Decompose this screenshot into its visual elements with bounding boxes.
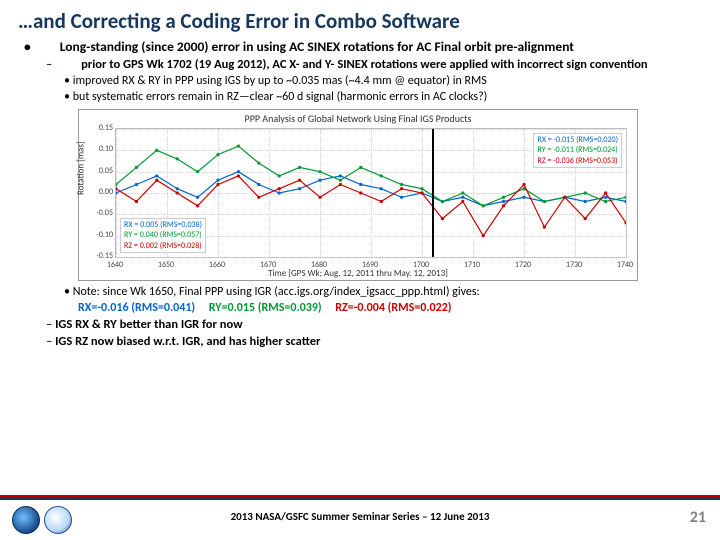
slide-title: …and Correcting a Coding Error in Combo … bbox=[18, 8, 702, 34]
bullet-subsub-1: improved RX & RY in PPP using IGS by up … bbox=[64, 74, 702, 89]
bullet-sub-3: IGS RZ now biased w.r.t. IGR, and has hi… bbox=[46, 334, 702, 349]
page-number: 21 bbox=[690, 508, 706, 527]
footer-text: 2013 NASA/GSFC Summer Seminar Series – 1… bbox=[0, 510, 720, 523]
bullet-sub-2: IGS RX & RY better than IGR for now bbox=[46, 317, 702, 332]
bullet-sub-1: prior to GPS Wk 1702 (19 Aug 2012), AC X… bbox=[46, 57, 702, 72]
chart-title: PPP Analysis of Global Network Using Fin… bbox=[79, 110, 637, 127]
footer: 2013 NASA/GSFC Summer Seminar Series – 1… bbox=[0, 497, 720, 540]
note-values: RX=-0.016 (RMS=0.041) RY=0.015 (RMS=0.03… bbox=[78, 301, 702, 315]
plot-area: RX = 0.005 (RMS=0.038) RY = 0.040 (RMS=0… bbox=[115, 128, 627, 258]
bullet-note: Note: since Wk 1650, Final PPP using IGR… bbox=[64, 285, 702, 300]
legend-right: RX = -0.015 (RMS=0.020) RY = -0.011 (RMS… bbox=[533, 133, 622, 168]
legend-left: RX = 0.005 (RMS=0.038) RY = 0.040 (RMS=0… bbox=[120, 218, 206, 253]
chart-container: PPP Analysis of Global Network Using Fin… bbox=[78, 109, 638, 281]
marker-line-wk1702 bbox=[432, 129, 434, 257]
bullet-main: Long-standing (since 2000) error in usin… bbox=[24, 38, 702, 55]
bullet-subsub-2: but systematic errors remain in RZ—clear… bbox=[64, 90, 702, 105]
y-axis-label: Rotation [mas] bbox=[76, 141, 87, 195]
